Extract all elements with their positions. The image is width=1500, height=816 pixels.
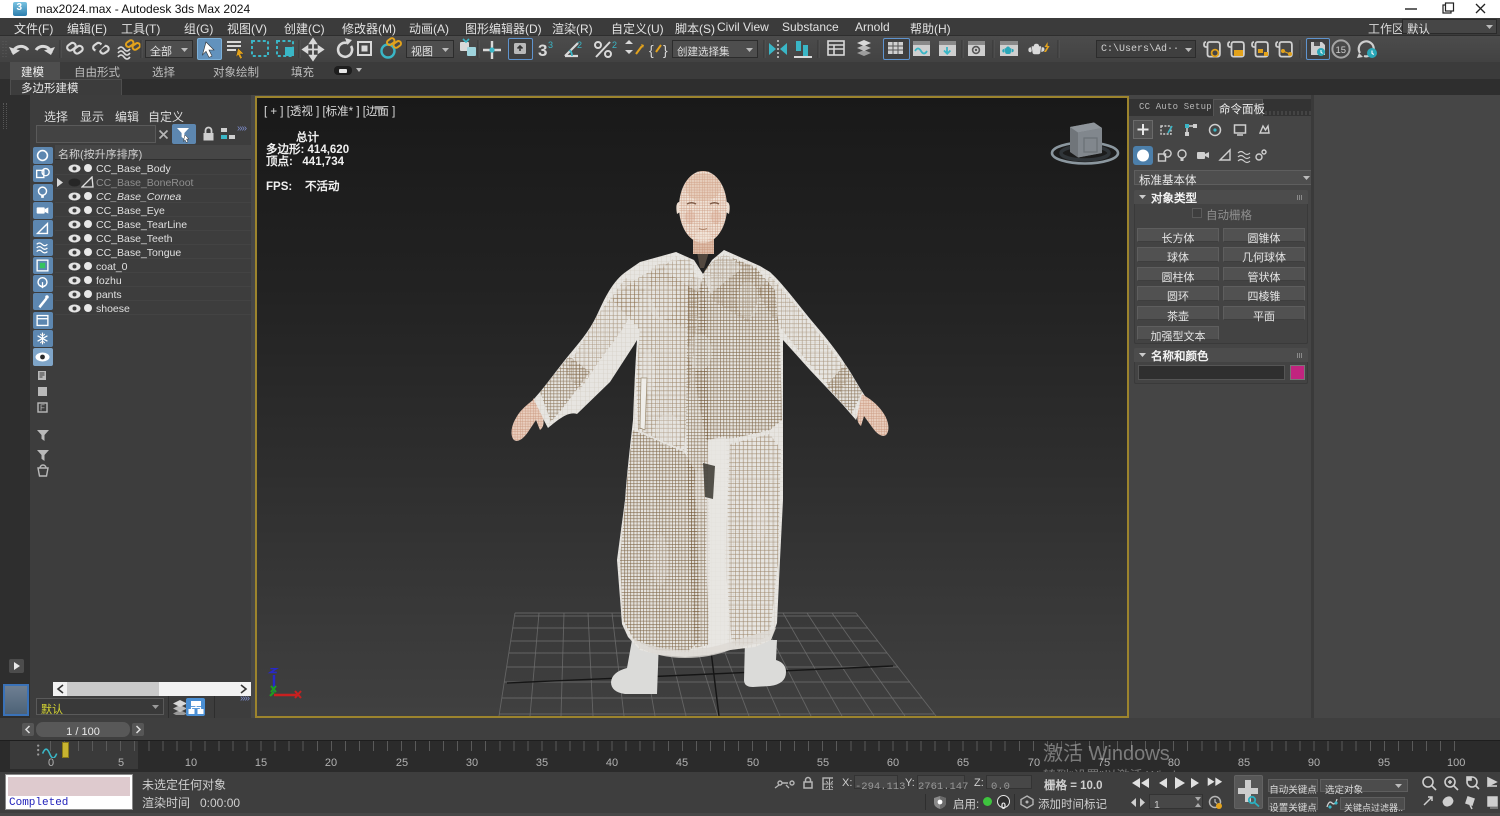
svg-text:F: F [40, 404, 45, 413]
svg-text:15: 15 [1336, 45, 1347, 56]
